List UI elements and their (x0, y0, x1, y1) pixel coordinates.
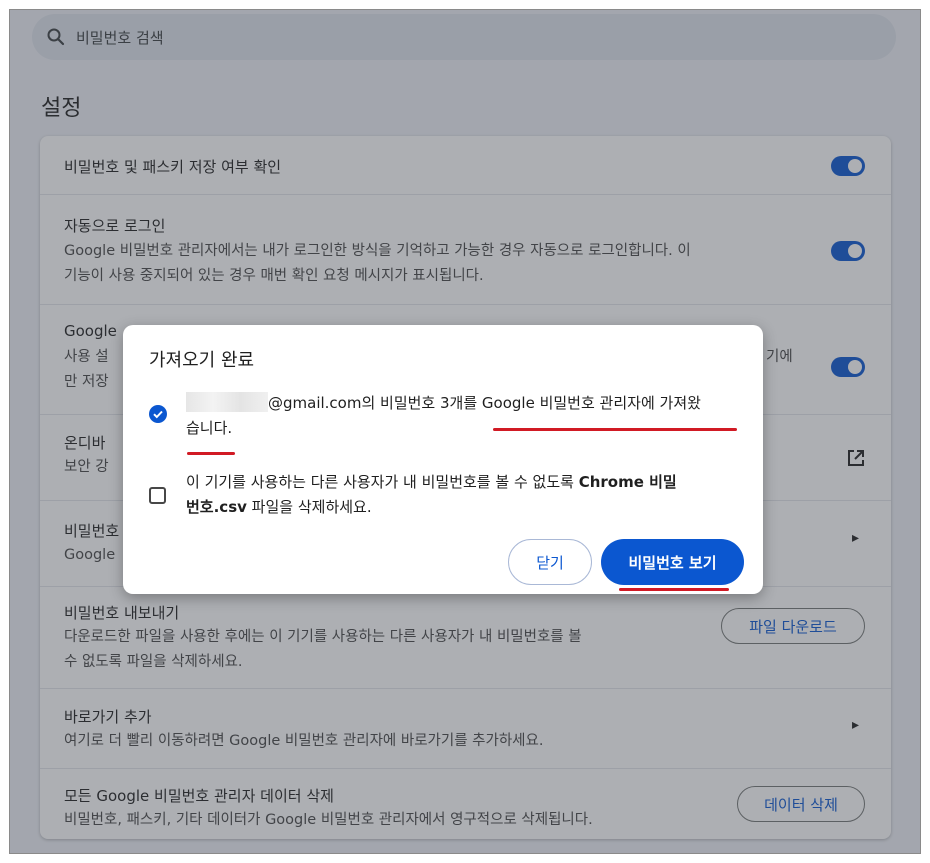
settings-window: 비밀번호 검색 설정 비밀번호 및 패스키 저장 여부 확인 자동으로 로그인 … (9, 9, 921, 854)
delete-csv-text: 이 기기를 사용하는 다른 사용자가 내 비밀번호를 볼 수 없도록 (186, 473, 579, 491)
delete-csv-checkbox[interactable] (149, 487, 166, 504)
delete-csv-filename: 번호.csv (186, 498, 247, 516)
import-complete-dialog: 가져오기 완료 @gmail.com의 비밀번호 3개를 Google 비밀번호… (123, 325, 763, 594)
redacted-email (186, 392, 268, 412)
view-passwords-button[interactable]: 비밀번호 보기 (601, 539, 744, 585)
dialog-title: 가져오기 완료 (149, 350, 255, 371)
delete-csv-bold: Chrome 비밀 (578, 473, 677, 491)
delete-csv-message: 이 기기를 사용하는 다른 사용자가 내 비밀번호를 볼 수 없도록 Chrom… (186, 470, 746, 520)
import-highlight: Google 비밀번호 관리자에 가져왔 (481, 394, 701, 412)
import-email-suffix: @gmail.com의 비밀번호 3개를 (268, 394, 482, 412)
annotation-underline (187, 452, 235, 455)
delete-csv-text-end: 파일을 삭제하세요. (246, 498, 372, 516)
annotation-underline (619, 588, 729, 591)
check-icon (153, 410, 163, 419)
import-message: @gmail.com의 비밀번호 3개를 Google 비밀번호 관리자에 가져… (186, 391, 746, 441)
import-checked-icon (149, 405, 167, 423)
import-message-end: 습니다. (186, 419, 233, 437)
close-button[interactable]: 닫기 (508, 539, 592, 585)
annotation-underline (493, 428, 737, 431)
